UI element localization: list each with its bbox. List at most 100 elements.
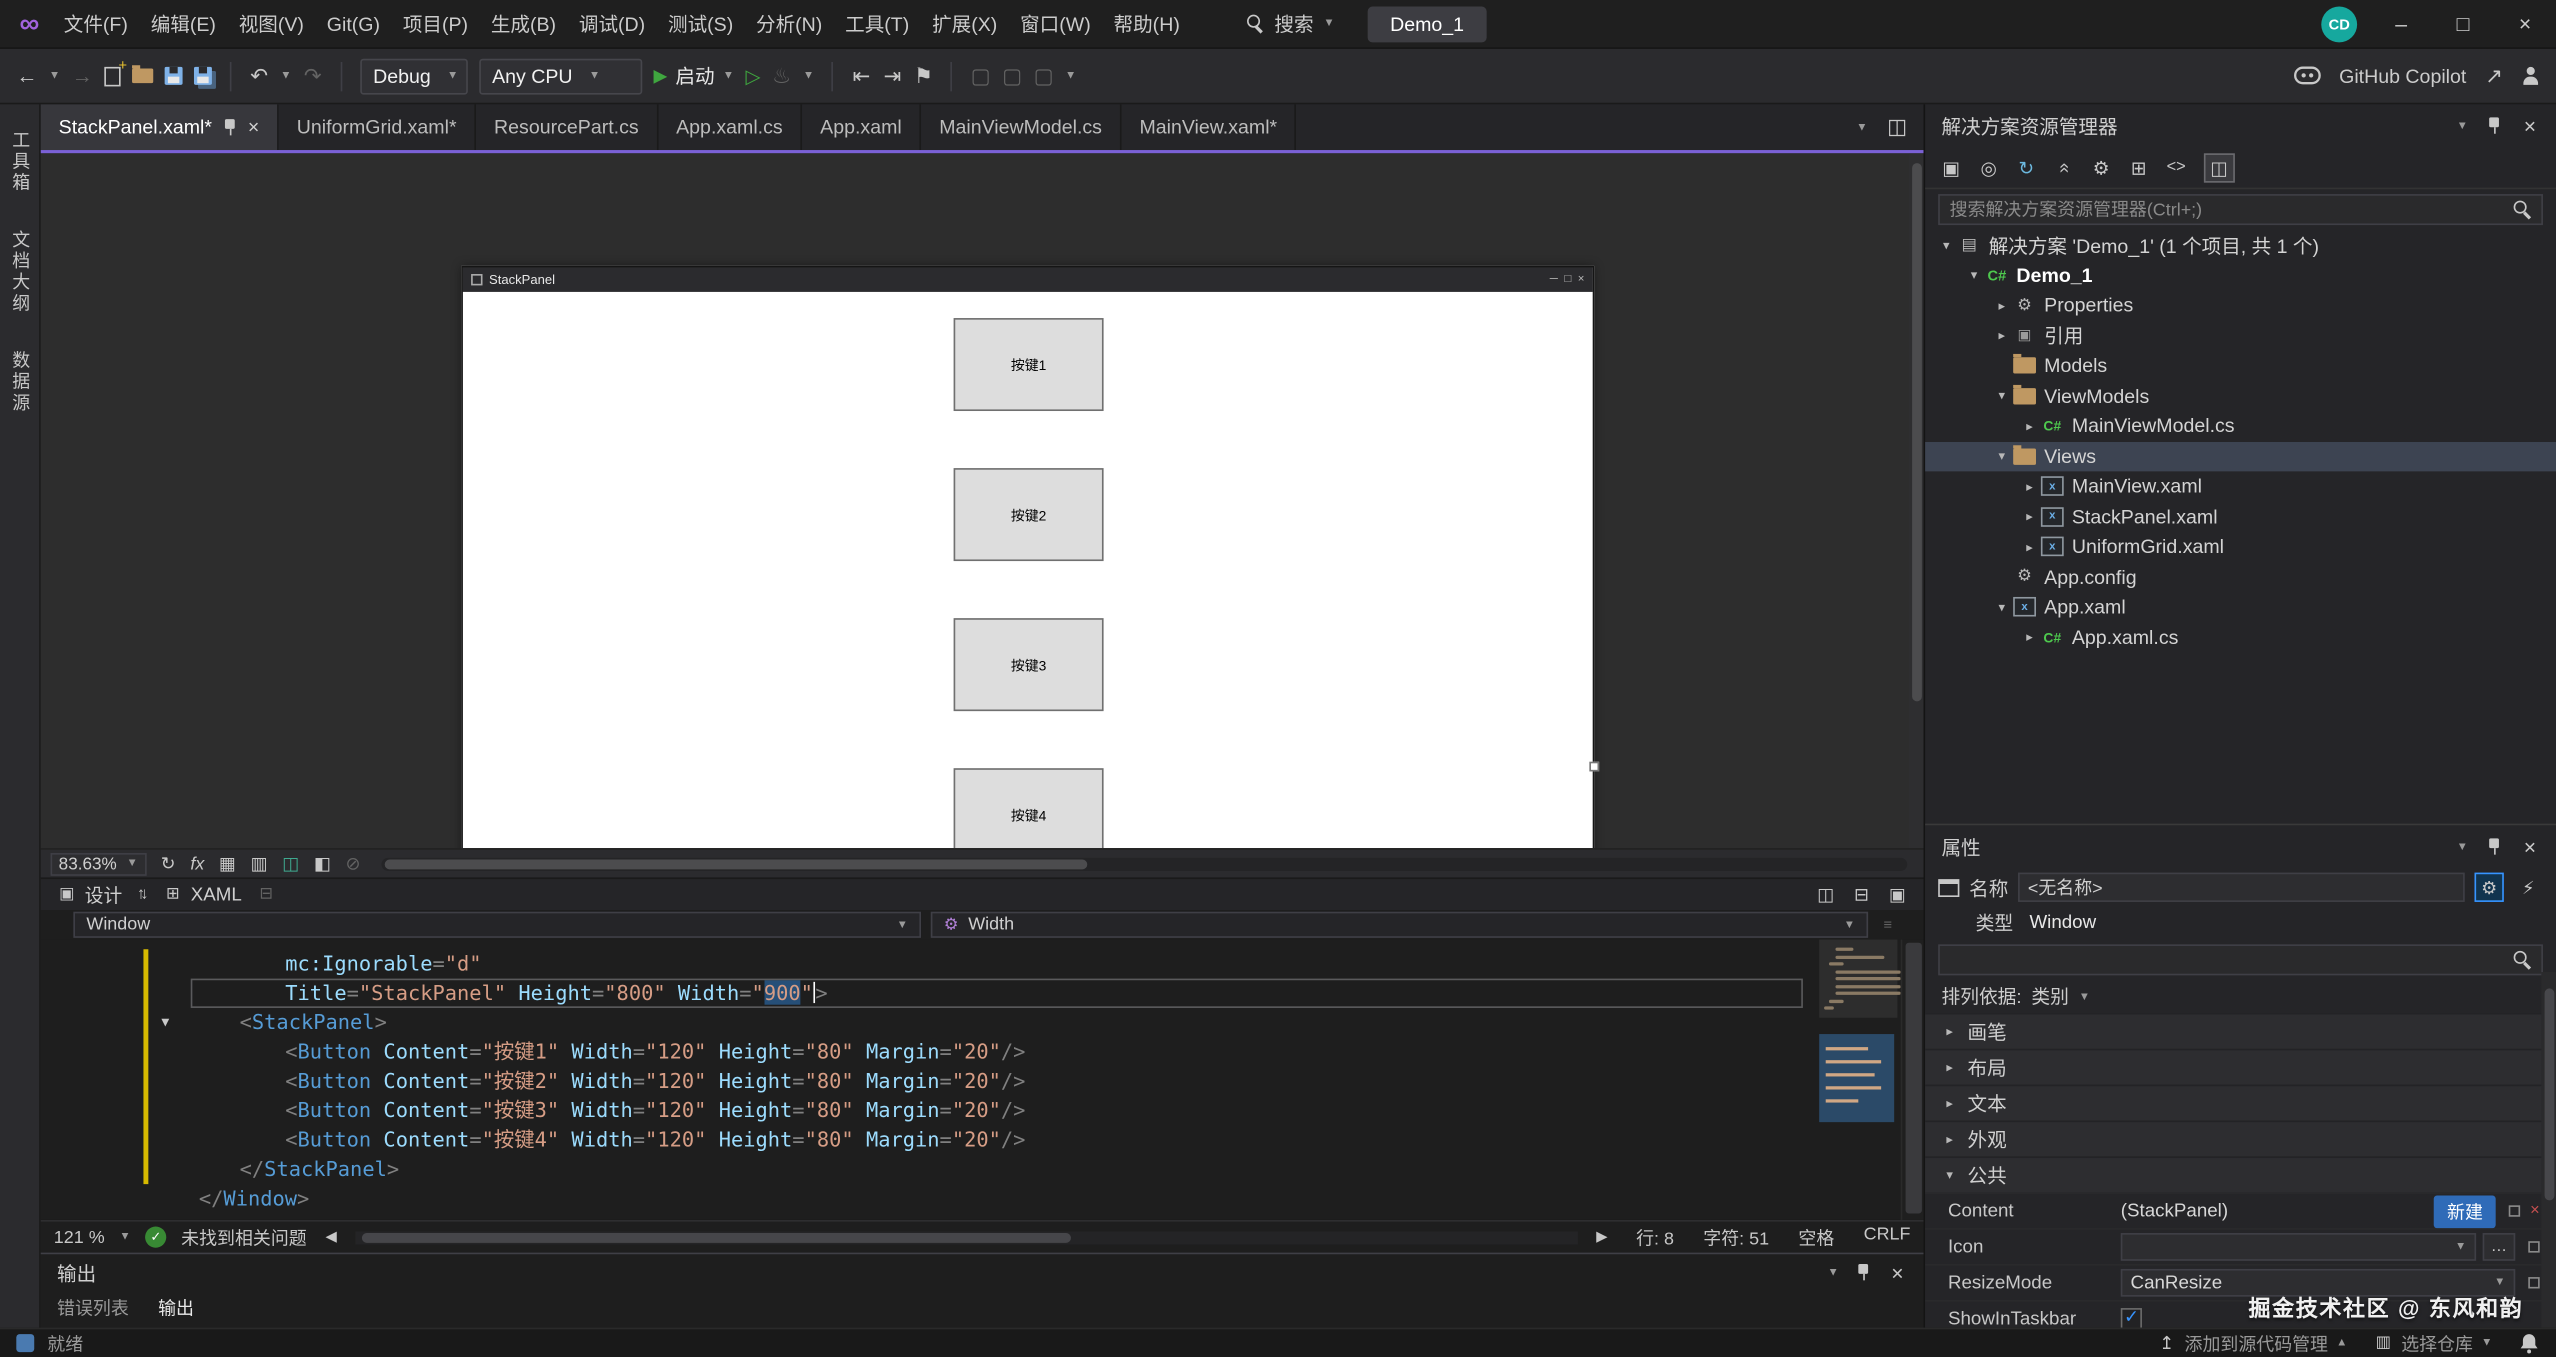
tree-item[interactable]: ▸ UniformGrid.xaml bbox=[1925, 532, 2556, 562]
property-marker[interactable] bbox=[2528, 1277, 2540, 1289]
property-marker[interactable] bbox=[2528, 1241, 2540, 1253]
editor-zoom-value[interactable]: 121 % bbox=[54, 1227, 105, 1247]
solution-search-input[interactable] bbox=[1949, 199, 2504, 220]
chevron-icon[interactable]: ▸ bbox=[2018, 539, 2041, 554]
chevron-down-icon[interactable]: ▼ bbox=[49, 70, 60, 81]
chevron-down-icon[interactable]: ▼ bbox=[280, 70, 291, 81]
collapse-pane-icon[interactable]: ▣ bbox=[1888, 884, 1908, 906]
menu-item[interactable]: Git(G) bbox=[315, 7, 391, 40]
chevron-down-icon[interactable]: ▼ bbox=[1065, 70, 1076, 81]
health-check-icon[interactable]: ✓ bbox=[145, 1226, 167, 1248]
menu-item[interactable]: 分析(N) bbox=[745, 5, 834, 43]
bookmark-icon[interactable]: ⚑ bbox=[914, 63, 934, 89]
feedback-person-icon[interactable] bbox=[2522, 66, 2540, 85]
member-dropdown[interactable]: ⚙ Width ▼ bbox=[930, 911, 1869, 938]
scrollbar-thumb[interactable] bbox=[2543, 988, 2554, 1201]
menu-item[interactable]: 生成(B) bbox=[479, 5, 567, 43]
maximize-button[interactable]: □ bbox=[2445, 11, 2481, 35]
pin-icon[interactable] bbox=[1857, 1263, 1870, 1281]
show-grid-icon[interactable]: ▦ bbox=[219, 853, 236, 875]
menu-item[interactable]: 帮助(H) bbox=[1102, 5, 1191, 43]
chevron-icon[interactable]: ▸ bbox=[1990, 298, 2013, 313]
solution-name-badge[interactable]: Demo_1 bbox=[1367, 5, 1487, 42]
split-horizontal-icon[interactable]: ⊟ bbox=[1852, 884, 1872, 906]
document-tab[interactable]: App.xaml.cs bbox=[658, 104, 803, 151]
close-icon[interactable]: × bbox=[248, 116, 259, 139]
search-box[interactable]: 搜索 ▼ bbox=[1246, 10, 1335, 38]
indent-increase-icon[interactable]: ⇥ bbox=[883, 63, 903, 89]
pin-icon[interactable] bbox=[2488, 116, 2501, 135]
popout-pane-icon[interactable]: ⊟ bbox=[256, 886, 276, 904]
tree-item[interactable]: ⚙ App.config bbox=[1925, 562, 2556, 592]
property-category[interactable]: ▸ 外观 bbox=[1925, 1120, 2556, 1157]
breakpoint-window-icon[interactable]: ▢ bbox=[971, 63, 991, 89]
navigate-back-icon[interactable]: ← bbox=[16, 64, 37, 88]
hot-reload-icon[interactable]: ♨ bbox=[772, 63, 792, 89]
menu-item[interactable]: 编辑(E) bbox=[139, 5, 227, 43]
tool-window-tab[interactable]: 文档大纲 bbox=[7, 230, 33, 315]
document-tab[interactable]: MainViewModel.cs bbox=[921, 104, 1122, 151]
line-ending-indicator[interactable]: CRLF bbox=[1864, 1224, 1911, 1250]
code-line[interactable]: </Window> bbox=[41, 1184, 1810, 1213]
preview-selected-items-toggle[interactable]: ◫ bbox=[2203, 152, 2235, 182]
chevron-down-icon[interactable]: ▼ bbox=[2079, 991, 2090, 1002]
background-tasks-icon[interactable] bbox=[16, 1334, 35, 1353]
code-line[interactable]: <Button Content="按键4" Width="120" Height… bbox=[41, 1125, 1810, 1154]
document-tab[interactable]: StackPanel.xaml* × bbox=[40, 104, 279, 151]
code-line[interactable]: <Button Content="按键1" Width="120" Height… bbox=[41, 1037, 1810, 1066]
document-tab[interactable]: ResourcePart.cs bbox=[476, 104, 659, 151]
menu-item[interactable]: 窗口(W) bbox=[1009, 5, 1102, 43]
element-dropdown[interactable]: Window ▼ bbox=[73, 911, 922, 938]
properties-scrollbar[interactable] bbox=[2541, 972, 2556, 1328]
chevron-icon[interactable]: ▸ bbox=[2018, 419, 2041, 434]
start-debugging-button[interactable]: ▶ 启动 ▼ bbox=[653, 62, 734, 90]
tree-item[interactable]: ▾ ViewModels bbox=[1925, 381, 2556, 411]
scroll-left-icon[interactable]: ◀ bbox=[321, 1228, 341, 1246]
tree-item[interactable]: ▾ C# Demo_1 bbox=[1925, 260, 2556, 290]
pin-icon[interactable] bbox=[223, 118, 236, 136]
scrollbar-thumb[interactable] bbox=[1905, 942, 1922, 1214]
window-menu-icon[interactable]: ▼ bbox=[2457, 841, 2468, 852]
code-line[interactable]: <Button Content="按键3" Width="120" Height… bbox=[41, 1096, 1810, 1125]
whitespace-indicator[interactable]: 空格 bbox=[1798, 1224, 1834, 1250]
redo-icon[interactable]: ↷ bbox=[303, 63, 323, 89]
tab-output[interactable]: 输出 bbox=[158, 1295, 194, 1321]
tree-item[interactable]: ▾ App.xaml bbox=[1925, 592, 2556, 622]
swap-panes-icon[interactable]: ↑ ↓ bbox=[137, 886, 148, 904]
solution-search-box[interactable] bbox=[1938, 194, 2543, 226]
tab-list-icon[interactable]: ▼ bbox=[1856, 122, 1867, 133]
properties-search-box[interactable] bbox=[1938, 944, 2543, 976]
scroll-right-icon[interactable]: ▶ bbox=[1592, 1228, 1612, 1246]
chevron-icon[interactable]: ▾ bbox=[1990, 600, 2013, 615]
property-category[interactable]: ▸ 文本 bbox=[1925, 1084, 2556, 1121]
xaml-code-editor[interactable]: mc:Ignorable="d" Title="StackPanel" Heigh… bbox=[40, 939, 1924, 1220]
code-line[interactable]: </StackPanel> bbox=[41, 1155, 1810, 1184]
property-category[interactable]: ▸ 布局 bbox=[1925, 1048, 2556, 1085]
tree-item[interactable]: ▸ C# MainViewModel.cs bbox=[1925, 411, 2556, 441]
scrollbar-thumb[interactable] bbox=[385, 858, 1087, 869]
scrollbar-thumb[interactable] bbox=[1911, 163, 1922, 702]
open-file-icon[interactable] bbox=[131, 65, 154, 84]
menu-item[interactable]: 文件(F) bbox=[52, 5, 139, 43]
tree-item[interactable]: ▸ C# App.xaml.cs bbox=[1925, 622, 2556, 652]
editor-horizontal-scrollbar[interactable] bbox=[355, 1230, 1578, 1244]
document-tab[interactable]: App.xaml bbox=[802, 104, 922, 151]
pin-icon[interactable] bbox=[2488, 837, 2501, 856]
zoom-dropdown[interactable]: 83.63% ▼ bbox=[50, 852, 146, 876]
save-all-icon[interactable] bbox=[193, 66, 212, 85]
refresh-icon[interactable]: ↻ bbox=[161, 853, 176, 875]
designer-surface[interactable]: StackPanel ─ □ × 按键1 按键2 按键3 按键4 bbox=[40, 153, 1924, 849]
clear-value-icon[interactable]: × bbox=[2530, 1202, 2540, 1220]
chevron-icon[interactable]: ▾ bbox=[1990, 449, 2013, 464]
chevron-icon[interactable]: ▾ bbox=[1963, 268, 1986, 283]
chevron-down-icon[interactable]: ▼ bbox=[803, 70, 814, 81]
code-line[interactable]: <Button Content="按键2" Width="120" Height… bbox=[41, 1067, 1810, 1096]
platform-dropdown[interactable]: Any CPU ▼ bbox=[479, 57, 643, 94]
new-button[interactable]: 新建 bbox=[2433, 1194, 2496, 1228]
debug-configuration-dropdown[interactable]: Debug ▼ bbox=[360, 57, 468, 94]
add-to-source-control[interactable]: ↥ 添加到源代码管理 ▲ bbox=[2157, 1330, 2347, 1356]
menu-item[interactable]: 工具(T) bbox=[834, 5, 921, 43]
properties-search-input[interactable] bbox=[1949, 950, 2504, 970]
tab-xaml[interactable]: ⊞ XAML bbox=[163, 885, 242, 905]
designer-vertical-scrollbar[interactable] bbox=[1908, 153, 1924, 849]
